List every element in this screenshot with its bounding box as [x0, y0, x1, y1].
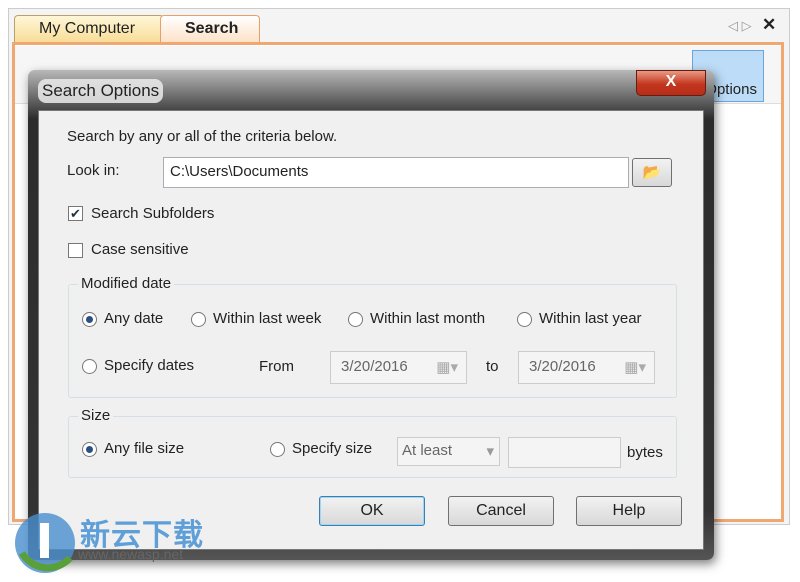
cancel-button[interactable]: Cancel	[448, 496, 554, 526]
within-last-year-radio[interactable]	[517, 312, 532, 327]
watermark-url: www.newasp.net	[78, 546, 184, 562]
calendar-dropdown-icon: ▦▾	[624, 359, 646, 376]
size-value-input[interactable]	[508, 437, 621, 468]
dialog-close-button[interactable]: X	[636, 70, 706, 96]
specify-dates-label: Specify dates	[104, 357, 195, 374]
specify-dates-radio[interactable]	[82, 359, 97, 374]
look-in-label: Look in:	[67, 162, 120, 179]
to-date-picker[interactable]: 3/20/2016 ▦▾	[518, 351, 655, 384]
specify-size-radio[interactable]	[270, 442, 285, 457]
browse-folder-button[interactable]: 📂	[632, 158, 672, 187]
to-date-value: 3/20/2016	[529, 358, 596, 375]
search-subfolders-label: Search Subfolders	[91, 205, 215, 222]
folder-icon: 📂	[642, 164, 662, 181]
any-file-size-radio[interactable]	[82, 442, 97, 457]
any-date-label: Any date	[104, 310, 164, 327]
within-last-month-radio[interactable]	[348, 312, 363, 327]
help-button[interactable]: Help	[576, 496, 682, 526]
any-date-radio[interactable]	[82, 312, 97, 327]
case-sensitive-checkbox[interactable]	[68, 243, 83, 258]
size-comparison-value: At least	[402, 442, 453, 459]
specify-size-label: Specify size	[292, 440, 373, 457]
within-last-year-label: Within last year	[539, 310, 642, 327]
size-comparison-select[interactable]: At least ▾	[397, 437, 500, 466]
tab-nav-arrows-icon[interactable]: ◁ ▷	[728, 18, 752, 34]
search-subfolders-checkbox[interactable]: ✔	[68, 206, 83, 221]
from-date-value: 3/20/2016	[341, 358, 408, 375]
dialog-title: Search Options	[38, 79, 164, 103]
look-in-input[interactable]: C:\Users\Documents	[163, 157, 629, 188]
watermark-logo-icon	[15, 513, 75, 573]
within-last-week-radio[interactable]	[191, 312, 206, 327]
size-legend: Size	[78, 407, 114, 424]
case-sensitive-label: Case sensitive	[91, 241, 189, 258]
intro-text: Search by any or all of the criteria bel…	[67, 128, 338, 145]
ok-button[interactable]: OK	[319, 496, 425, 526]
within-last-week-label: Within last week	[213, 310, 322, 327]
bytes-label: bytes	[627, 444, 663, 461]
chevron-down-icon: ▾	[486, 443, 494, 460]
tab-my-computer[interactable]: My Computer	[14, 15, 164, 43]
from-date-picker[interactable]: 3/20/2016 ▦▾	[330, 351, 467, 384]
close-tab-button[interactable]: ✕	[762, 15, 776, 35]
from-label: From	[259, 358, 294, 375]
within-last-month-label: Within last month	[370, 310, 486, 327]
modified-date-legend: Modified date	[78, 275, 175, 292]
tab-search[interactable]: Search	[160, 15, 260, 43]
to-label: to	[486, 358, 499, 375]
any-file-size-label: Any file size	[104, 440, 185, 457]
calendar-dropdown-icon: ▦▾	[436, 359, 458, 376]
